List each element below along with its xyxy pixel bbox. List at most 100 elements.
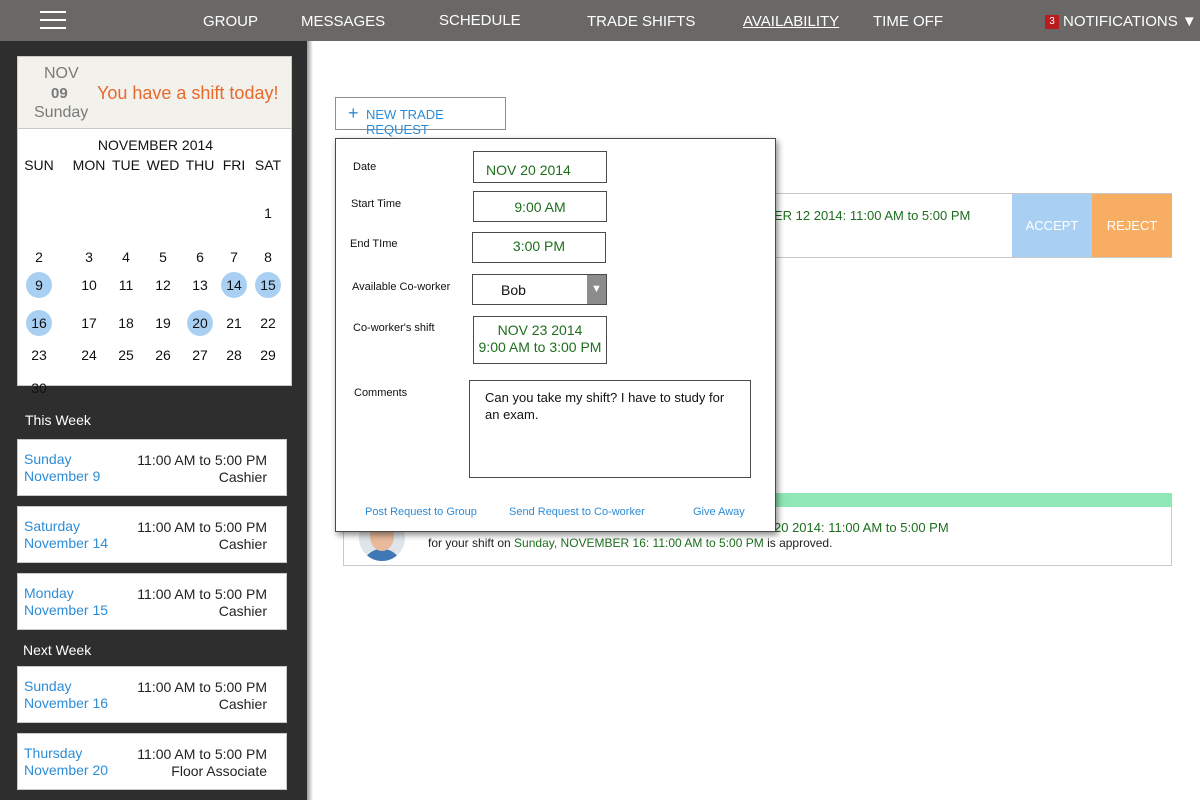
calendar-day-8[interactable]: 8	[255, 244, 281, 270]
coworker-shift-date: NOV 23 2014	[497, 322, 583, 338]
calendar-day-21[interactable]: 21	[221, 310, 247, 336]
notifications-button[interactable]: 3 NOTIFICATIONS ▼	[1045, 13, 1197, 30]
next-week-label: Next Week	[23, 642, 92, 658]
calendar-day-4[interactable]: 4	[113, 244, 139, 270]
coworker-shift-label: Co-worker's shift	[353, 322, 435, 334]
calendar-weekday-tue: TUE	[112, 157, 140, 173]
calendar-day-1[interactable]: 1	[255, 200, 281, 226]
shift-card[interactable]: Sunday November 9 11:00 AM to 5:00 PM Cashi…	[17, 439, 287, 496]
menu-icon[interactable]	[40, 11, 66, 31]
nav-item-availability[interactable]: AVAILABILITY	[743, 13, 839, 30]
calendar-day-25[interactable]: 25	[113, 342, 139, 368]
new-trade-request-dialog: Date NOV 20 2014 Start Time 9:00 AM End …	[335, 138, 776, 532]
calendar-weekday-sat: SAT	[254, 157, 282, 173]
sidebar-shadow	[307, 41, 313, 800]
calendar-day-27[interactable]: 27	[187, 342, 213, 368]
calendar-day-29[interactable]: 29	[255, 342, 281, 368]
approved-request-text: 20 2014: 11:00 AM to 5:00 PM	[774, 520, 949, 535]
today-shift-message: You have a shift today!	[97, 83, 279, 103]
shift-date: Sunday November 9	[24, 451, 101, 484]
give-away-link[interactable]: Give Away	[693, 506, 745, 518]
shift-time: 11:00 AM to 5:00 PM Cashier	[137, 452, 267, 485]
shift-time: 11:00 AM to 5:00 PM Floor Associate	[137, 746, 267, 779]
calendar-day-10[interactable]: 10	[76, 272, 102, 298]
date-label: Date	[353, 161, 377, 173]
calendar-weekday-wed: WED	[146, 157, 180, 173]
calendar-day-17[interactable]: 17	[76, 310, 102, 336]
calendar-day-18[interactable]: 18	[113, 310, 139, 336]
today-day: 09	[51, 85, 68, 102]
today-card: NOV 09 Sunday You have a shift today!	[17, 56, 292, 129]
calendar-day-13[interactable]: 13	[187, 272, 213, 298]
notification-count-badge: 3	[1045, 15, 1059, 29]
shift-card[interactable]: Sunday November 16 11:00 AM to 5:00 PM Cash…	[17, 666, 287, 723]
calendar-day-5[interactable]: 5	[150, 244, 176, 270]
calendar-weekday-thu: THU	[185, 157, 215, 173]
shift-date: Saturday November 14	[24, 518, 109, 551]
shift-card[interactable]: Monday November 15 11:00 AM to 5:00 PM Cash…	[17, 573, 287, 630]
calendar-day-11[interactable]: 11	[113, 272, 139, 298]
calendar-day-2[interactable]: 2	[26, 244, 52, 270]
new-trade-request-button[interactable]: + NEW TRADE REQUEST	[335, 97, 506, 137]
calendar-day-12[interactable]: 12	[150, 272, 176, 298]
shift-card[interactable]: Thursday November 20 11:00 AM to 5:00 PM Fl…	[17, 733, 287, 790]
start-time-label: Start Time	[351, 198, 402, 210]
calendar-day-28[interactable]: 28	[221, 342, 247, 368]
trade-request-text: ER 12 2014: 11:00 AM to 5:00 PM	[774, 208, 971, 223]
calendar-day-15[interactable]: 15	[255, 272, 281, 298]
notifications-label: NOTIFICATIONS ▼	[1063, 13, 1197, 30]
shift-date: Thursday November 20	[24, 745, 109, 778]
coworker-shift-field[interactable]: NOV 23 2014 9:00 AM to 3:00 PM	[473, 316, 607, 364]
end-time-label: End TIme	[350, 238, 398, 250]
coworker-select[interactable]: Bob ▼	[472, 274, 607, 305]
calendar-day-19[interactable]: 19	[150, 310, 176, 336]
calendar-day-23[interactable]: 23	[26, 342, 52, 368]
app-root: GROUP MESSAGES SCHEDULE TRADE SHIFTS AVA…	[0, 0, 1200, 800]
calendar-day-6[interactable]: 6	[187, 244, 213, 270]
calendar-day-14[interactable]: 14	[221, 272, 247, 298]
shift-card[interactable]: Saturday November 14 11:00 AM to 5:00 PM Ca…	[17, 506, 287, 563]
nav-item-trade-shifts[interactable]: TRADE SHIFTS	[587, 13, 695, 30]
shift-time: 11:00 AM to 5:00 PM Cashier	[137, 519, 267, 552]
today-weekday: Sunday	[34, 104, 89, 121]
calendar-day-20[interactable]: 20	[187, 310, 213, 336]
shift-date: Monday November 15	[24, 585, 109, 618]
coworker-select-value: Bob	[501, 282, 526, 298]
this-week-label: This Week	[25, 412, 91, 428]
calendar-weekday-sun: SUN	[24, 157, 54, 173]
calendar-day-9[interactable]: 9	[26, 272, 52, 298]
plus-icon: +	[348, 103, 359, 123]
date-field[interactable]: NOV 20 2014	[473, 151, 607, 183]
accept-button[interactable]: ACCEPT	[1012, 194, 1092, 257]
calendar-day-24[interactable]: 24	[76, 342, 102, 368]
calendar-title: NOVEMBER 2014	[97, 137, 214, 153]
calendar-weekday-mon: MON	[72, 157, 106, 173]
start-time-field[interactable]: 9:00 AM	[473, 191, 607, 222]
calendar-weekday-fri: FRI	[222, 157, 246, 173]
calendar-day-22[interactable]: 22	[255, 310, 281, 336]
post-request-to-group-link[interactable]: Post Request to Group	[365, 506, 477, 518]
chevron-down-icon: ▼	[587, 275, 606, 304]
calendar-day-26[interactable]: 26	[150, 342, 176, 368]
nav-item-messages[interactable]: MESSAGES	[301, 13, 385, 30]
shift-time: 11:00 AM to 5:00 PM Cashier	[137, 679, 267, 712]
calendar-day-30[interactable]: 30	[26, 375, 52, 401]
top-nav-bar: GROUP MESSAGES SCHEDULE TRADE SHIFTS AVA…	[0, 0, 1200, 41]
calendar-day-16[interactable]: 16	[26, 310, 52, 336]
shift-date: Sunday November 16	[24, 678, 109, 711]
end-time-field[interactable]: 3:00 PM	[472, 232, 606, 263]
month-calendar: NOVEMBER 2014 SUN MON TUE WED THU FRI SAT 1 2 3 4 5…	[17, 129, 292, 396]
new-trade-request-label: NEW TRADE REQUEST	[366, 107, 444, 137]
reject-button[interactable]: REJECT	[1092, 194, 1172, 257]
available-coworker-label: Available Co-worker	[352, 281, 451, 293]
nav-item-group[interactable]: GROUP	[203, 13, 258, 30]
nav-item-time-off[interactable]: TIME OFF	[873, 13, 943, 30]
calendar-day-3[interactable]: 3	[76, 244, 102, 270]
comments-textarea[interactable]: Can you take my shift? I have to study f…	[469, 380, 751, 478]
nav-item-schedule[interactable]: SCHEDULE	[439, 12, 521, 29]
sidebar: NOV 09 Sunday You have a shift today! NO…	[0, 41, 307, 800]
calendar-day-7[interactable]: 7	[221, 244, 247, 270]
send-request-to-coworker-link[interactable]: Send Request to Co-worker	[509, 506, 645, 518]
coworker-shift-time: 9:00 AM to 3:00 PM	[478, 339, 602, 355]
approved-request-detail: for your shift on Sunday, NOVEMBER 16: 1…	[428, 536, 833, 550]
